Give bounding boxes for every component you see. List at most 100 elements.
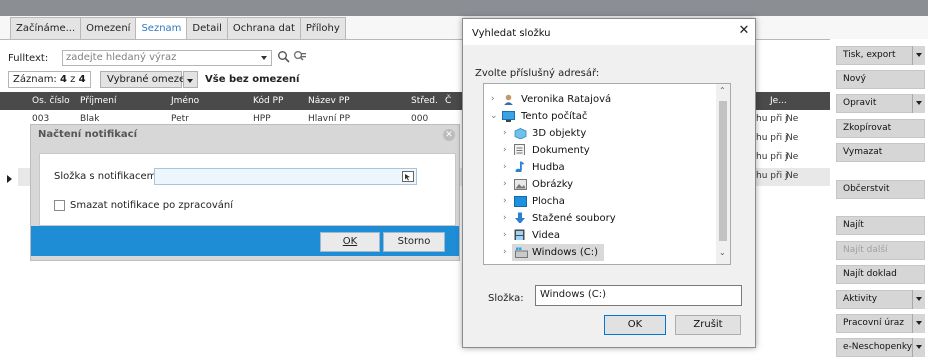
scroll-down-icon[interactable]: ⌄: [719, 248, 726, 257]
dropdown-arrow-icon[interactable]: [912, 338, 925, 357]
chevron-right-icon[interactable]: ›: [503, 159, 507, 176]
tree-item-user[interactable]: › Veronika Ratajová: [484, 91, 716, 108]
dropdown-arrow-icon[interactable]: [912, 290, 925, 309]
button-label: Najít další: [843, 245, 888, 255]
delete-button[interactable]: Vymazat: [836, 143, 925, 162]
tab-ochrana-dat[interactable]: Ochrana dat: [227, 17, 301, 39]
button-label: Vymazat: [843, 147, 882, 157]
search-icon[interactable]: [277, 50, 290, 63]
button-label: Najít doklad: [843, 269, 897, 279]
advanced-search-icon[interactable]: [293, 50, 307, 63]
close-icon[interactable]: ✕: [736, 22, 752, 40]
chevron-right-icon[interactable]: ›: [503, 125, 507, 142]
fulltext-dropdown-icon[interactable]: [261, 56, 267, 60]
videos-icon: [514, 229, 527, 240]
tree-item-label: Veronika Ratajová: [521, 91, 611, 108]
browse-folder-dialog: Vyhledat složku ✕ Zvolte příslušný adres…: [462, 18, 756, 348]
chevron-down-icon[interactable]: ⌄: [490, 108, 498, 125]
folder-input[interactable]: [154, 168, 417, 185]
column-header[interactable]: Č: [445, 92, 451, 110]
music-icon: [514, 161, 527, 172]
tree-item-music[interactable]: › Hudba: [484, 159, 716, 176]
chevron-down-icon: [187, 79, 193, 83]
column-header[interactable]: Je...: [770, 92, 787, 110]
tree-scrollbar[interactable]: ⌃ ⌄: [716, 84, 730, 264]
cell-os-cislo: 003: [32, 114, 49, 124]
e-sick-leave-button[interactable]: e-Neschopenky: [836, 338, 925, 357]
table-row[interactable]: hu při j Ne: [756, 150, 830, 166]
chevron-right-icon[interactable]: ›: [503, 193, 507, 210]
record-total: 4: [79, 74, 86, 85]
tree-item-3d-objects[interactable]: › 3D objekty: [484, 125, 716, 142]
tab-seznam[interactable]: Seznam: [135, 17, 187, 39]
dropdown-arrow-icon[interactable]: [912, 94, 925, 113]
table-row[interactable]: hu při j Ne: [756, 112, 830, 128]
button-label: Tisk, export: [843, 50, 896, 60]
button-label: Zkopírovat: [843, 123, 891, 133]
fulltext-placeholder: zadejte hledaný výraz: [63, 51, 271, 65]
work-injury-button[interactable]: Pracovní úraz: [836, 314, 925, 333]
browse-folder-icon[interactable]: [402, 171, 414, 182]
folder-path-input[interactable]: Windows (C:): [535, 285, 742, 306]
chevron-right-icon[interactable]: ›: [503, 227, 507, 244]
activities-button[interactable]: Aktivity: [836, 290, 925, 309]
scroll-up-icon[interactable]: ⌃: [719, 86, 726, 95]
selected-filter-button[interactable]: Vybrané omezení: [100, 71, 182, 88]
table-row[interactable]: hu při j Ne: [756, 131, 830, 147]
notification-load-dialog: Načtení notifikací ✕ Složka s notifikace…: [30, 124, 460, 261]
chevron-right-icon[interactable]: ›: [503, 210, 507, 227]
tab-prilohy[interactable]: Přílohy: [300, 17, 346, 39]
3d-objects-icon: [514, 128, 527, 139]
close-icon[interactable]: ✕: [443, 129, 455, 141]
dropdown-arrow-icon[interactable]: [912, 314, 925, 333]
folder-tree[interactable]: › Veronika Ratajová ⌄ Tento počítač › 3D…: [483, 83, 731, 265]
edit-button[interactable]: Opravit: [836, 94, 925, 113]
tree-item-pictures[interactable]: › Obrázky: [484, 176, 716, 193]
action-panel: Tisk, export Nový Opravit Zkopírovat Vym…: [830, 39, 928, 354]
tree-item-label: Windows (C:): [532, 244, 598, 261]
column-header[interactable]: Název PP: [308, 92, 350, 110]
copy-button[interactable]: Zkopírovat: [836, 119, 925, 138]
tab-detail[interactable]: Detail: [186, 17, 227, 39]
column-header[interactable]: Příjmení: [80, 92, 116, 110]
find-next-button[interactable]: Najít další: [836, 241, 925, 260]
column-header[interactable]: Os. číslo: [32, 92, 70, 110]
cancel-button[interactable]: Storno: [383, 232, 445, 252]
cancel-button[interactable]: Zrušit: [675, 315, 741, 335]
tree-item-label: Plocha: [532, 193, 565, 210]
print-export-button[interactable]: Tisk, export: [836, 46, 925, 65]
column-header[interactable]: Kód PP: [253, 92, 283, 110]
find-button[interactable]: Najít: [836, 216, 925, 235]
chevron-right-icon[interactable]: ›: [503, 142, 507, 159]
ok-button[interactable]: OK: [320, 232, 380, 252]
cell-nazev-pp: Hlavní PP: [308, 114, 350, 124]
tree-item-windows-c[interactable]: › Windows (C:): [484, 244, 716, 261]
new-button[interactable]: Nový: [836, 70, 925, 89]
filter-dropdown-button[interactable]: [183, 71, 198, 88]
folder-prompt: Zvolte příslušný adresář:: [475, 68, 599, 79]
tree-item-this-pc[interactable]: ⌄ Tento počítač: [484, 108, 716, 125]
column-header[interactable]: Jméno: [171, 92, 199, 110]
ok-button[interactable]: OK: [604, 315, 666, 335]
find-document-button[interactable]: Najít doklad: [836, 265, 925, 284]
tree-item-documents[interactable]: › Dokumenty: [484, 142, 716, 159]
tab-zaciname[interactable]: Začínáme...: [10, 17, 81, 39]
tree-item-videos[interactable]: › Videa: [484, 227, 716, 244]
refresh-button[interactable]: Občerstvit: [836, 180, 925, 199]
tree-item-desktop[interactable]: › Plocha: [484, 193, 716, 210]
cell-note: hu při j: [756, 133, 788, 143]
table-row[interactable]: hu při j Ne: [756, 169, 830, 185]
drive-icon: [515, 247, 528, 258]
tree-item-downloads[interactable]: › Stažené soubory: [484, 210, 716, 227]
chevron-right-icon[interactable]: ›: [503, 176, 507, 193]
fulltext-input[interactable]: zadejte hledaný výraz: [62, 50, 272, 66]
chevron-right-icon[interactable]: ›: [491, 91, 495, 108]
delete-after-processing-checkbox[interactable]: [54, 200, 65, 211]
tab-omezeni[interactable]: Omezení: [80, 17, 136, 39]
column-header[interactable]: Střed.: [411, 92, 438, 110]
record-label: Záznam:: [13, 74, 57, 85]
user-icon: [502, 94, 515, 105]
scrollbar-thumb[interactable]: [719, 101, 727, 241]
dropdown-arrow-icon[interactable]: [912, 46, 925, 65]
chevron-right-icon[interactable]: ›: [503, 244, 507, 261]
